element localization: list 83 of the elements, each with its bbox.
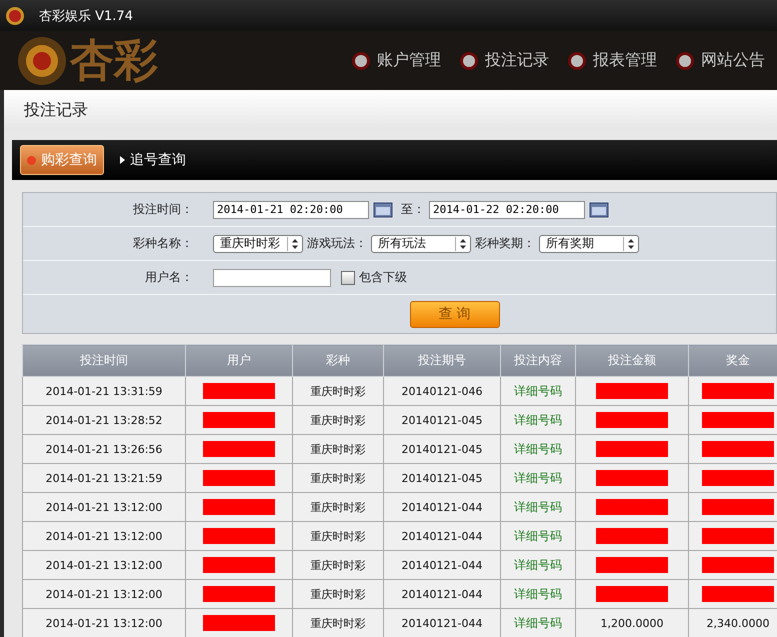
redaction-mark bbox=[596, 383, 668, 399]
table-cell: 20140121-045 bbox=[384, 434, 500, 464]
redaction-mark bbox=[702, 586, 774, 602]
nav-link[interactable]: 报表管理 bbox=[571, 50, 657, 71]
column-header: 投注期号 bbox=[384, 344, 500, 376]
table-cell: 20140121-045 bbox=[384, 464, 500, 492]
redaction-mark bbox=[596, 412, 668, 428]
table-cell: 2014-01-21 13:21:59 bbox=[22, 464, 186, 492]
redaction-mark bbox=[203, 441, 275, 457]
field-label: 彩种名称： bbox=[132, 235, 194, 252]
column-header: 投注金额 bbox=[576, 344, 688, 376]
table-cell: 20140121-044 bbox=[384, 580, 500, 608]
table-cell: 重庆时时彩 bbox=[292, 464, 384, 492]
redaction-mark bbox=[203, 586, 275, 602]
period-select[interactable]: 所有奖期 bbox=[539, 234, 639, 252]
logo-icon bbox=[5, 6, 25, 26]
query-button[interactable]: 查 询 bbox=[410, 300, 500, 328]
column-header: 用户 bbox=[186, 344, 292, 376]
table-cell: 2014-01-21 13:26:56 bbox=[22, 434, 186, 464]
redaction-mark bbox=[702, 383, 774, 399]
field-label: 彩种奖期： bbox=[475, 235, 535, 252]
table-cell: 重庆时时彩 bbox=[292, 376, 384, 406]
redaction-mark bbox=[702, 412, 774, 428]
redaction-mark bbox=[702, 441, 774, 457]
redaction-mark bbox=[702, 470, 774, 486]
tab[interactable]: 追号查询 bbox=[114, 146, 192, 174]
logo-text: 杏彩 bbox=[70, 34, 158, 88]
redaction-mark bbox=[203, 528, 275, 544]
redaction-mark bbox=[203, 470, 275, 486]
table-cell: 2014-01-21 13:12:00 bbox=[22, 580, 186, 608]
redaction-mark bbox=[596, 557, 668, 573]
column-header: 奖金 bbox=[688, 344, 777, 376]
lottery-select[interactable]: 重庆时时彩 bbox=[213, 234, 303, 252]
redaction-mark bbox=[702, 557, 774, 573]
table-cell: 2014-01-21 13:12:00 bbox=[22, 608, 186, 637]
table-cell: 20140121-044 bbox=[384, 522, 500, 550]
redaction-mark bbox=[596, 470, 668, 486]
field-label: 投注时间： bbox=[132, 201, 194, 218]
table-cell: 重庆时时彩 bbox=[292, 522, 384, 550]
table-cell: 20140121-045 bbox=[384, 406, 500, 434]
checkbox[interactable] bbox=[341, 270, 355, 284]
table-cell: 2014-01-21 13:31:59 bbox=[22, 376, 186, 406]
checkbox-label: 包含下级 bbox=[359, 269, 407, 286]
redaction-mark bbox=[203, 499, 275, 515]
nav-link[interactable]: 网站公告 bbox=[679, 50, 765, 71]
logo-icon bbox=[16, 34, 68, 86]
redaction-mark bbox=[596, 528, 668, 544]
table-cell: 2014-01-21 13:12:00 bbox=[22, 492, 186, 522]
username-field[interactable] bbox=[213, 268, 331, 286]
redaction-mark bbox=[596, 499, 668, 515]
field-label: 用户名： bbox=[144, 269, 194, 286]
table-cell: 20140121-044 bbox=[384, 492, 500, 522]
table-cell: 重庆时时彩 bbox=[292, 550, 384, 580]
redaction-mark bbox=[203, 615, 275, 631]
nav-link[interactable]: 投注记录 bbox=[463, 50, 549, 71]
redaction-mark bbox=[203, 557, 275, 573]
table-cell: 重庆时时彩 bbox=[292, 580, 384, 608]
nav-link[interactable]: 账户管理 bbox=[355, 50, 441, 71]
table-cell: 重庆时时彩 bbox=[292, 492, 384, 522]
redaction-mark bbox=[203, 412, 275, 428]
redaction-mark bbox=[596, 441, 668, 457]
table-cell: 重庆时时彩 bbox=[292, 434, 384, 464]
table-cell: 20140121-044 bbox=[384, 550, 500, 580]
redaction-mark bbox=[702, 528, 774, 544]
table-cell: 2014-01-21 13:28:52 bbox=[22, 406, 186, 434]
redaction-mark bbox=[702, 499, 774, 515]
field-label: 游戏玩法： bbox=[307, 235, 367, 252]
column-header: 投注时间 bbox=[22, 344, 186, 376]
redaction-mark bbox=[596, 586, 668, 602]
table-cell: 重庆时时彩 bbox=[292, 406, 384, 434]
table-cell: 2014-01-21 13:12:00 bbox=[22, 522, 186, 550]
column-header: 彩种 bbox=[292, 344, 384, 376]
table-cell: 20140121-046 bbox=[384, 376, 500, 406]
redaction-mark bbox=[203, 383, 275, 399]
table-cell: 2014-01-21 13:12:00 bbox=[22, 550, 186, 580]
play-select[interactable]: 所有玩法 bbox=[371, 234, 471, 252]
end-date-field[interactable]: 2014-01-22 02:20:00 bbox=[429, 200, 585, 218]
field-label: 至： bbox=[401, 201, 425, 218]
tab[interactable]: 购彩查询 bbox=[20, 145, 104, 175]
start-date-field[interactable]: 2014-01-21 02:20:00 bbox=[213, 200, 369, 218]
page-title: 投注记录 bbox=[24, 100, 88, 120]
column-header: 投注内容 bbox=[500, 344, 576, 376]
window-title: 杏彩娱乐 V1.74 bbox=[39, 8, 133, 24]
